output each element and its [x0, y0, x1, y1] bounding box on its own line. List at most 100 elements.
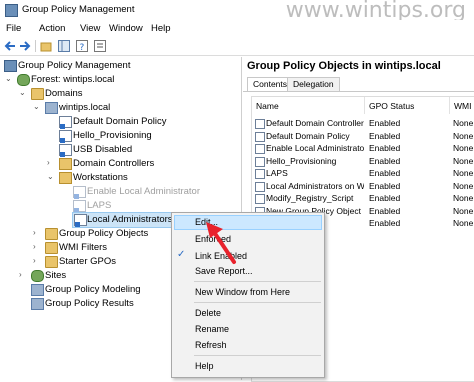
menu-item-new-window[interactable]: New Window from Here — [195, 287, 290, 297]
menu-separator — [194, 355, 321, 356]
checkmark-icon: ✓ — [177, 249, 186, 260]
menu-item-refresh[interactable]: Refresh — [195, 340, 227, 350]
results-icon — [31, 298, 44, 310]
expand-chevron-icon[interactable]: › — [47, 158, 50, 167]
gpo-link-icon — [59, 130, 72, 143]
cell-gpo-status: Enabled — [369, 193, 401, 203]
menu-help[interactable]: Help — [151, 23, 171, 34]
ou-icon — [59, 172, 72, 184]
cell-name: LAPS — [266, 168, 288, 178]
cell-wmi: None — [453, 180, 474, 191]
svg-text:?: ? — [80, 43, 85, 52]
expand-chevron-icon[interactable]: › — [19, 270, 22, 279]
cell-wmi: None — [453, 218, 474, 228]
cell-wmi: None — [453, 143, 474, 153]
shortcut-arrow-icon — [60, 152, 65, 157]
collapse-chevron-icon[interactable]: ⌄ — [33, 102, 40, 111]
menu-window[interactable]: Window — [109, 23, 143, 34]
cell-name: Default Domain Controller... — [266, 118, 364, 128]
cell-wmi: None — [453, 118, 474, 128]
expand-chevron-icon[interactable]: › — [33, 228, 36, 237]
forest-icon — [17, 74, 30, 86]
forward-arrow-icon[interactable] — [19, 40, 31, 52]
menu-action[interactable]: Action — [39, 23, 65, 34]
menu-file[interactable]: File — [6, 23, 21, 34]
tab-delegation[interactable]: Delegation — [287, 77, 340, 92]
shortcut-arrow-icon — [74, 194, 79, 199]
cell-gpo-status: Enabled — [369, 180, 401, 191]
cell-wmi: None — [453, 130, 474, 141]
toolbar-separator — [35, 40, 36, 52]
folder-icon — [45, 228, 58, 240]
context-menu: Edit... Enforced ✓ Link Enabled Save Rep… — [171, 212, 325, 378]
back-arrow-icon[interactable] — [4, 40, 16, 52]
gpo-link-icon — [59, 116, 72, 129]
cell-gpo-status: Enabled — [369, 118, 401, 128]
sites-icon — [31, 270, 44, 282]
collapse-chevron-icon[interactable]: ⌄ — [47, 172, 54, 181]
window-title: Group Policy Management — [22, 4, 135, 15]
table-row[interactable]: LAPS Enabled None — [252, 168, 474, 179]
table-row[interactable]: Default Domain Policy Enabled None — [252, 131, 474, 142]
table-row[interactable]: Hello_Provisioning Enabled None — [252, 156, 474, 167]
cell-wmi: None — [453, 155, 474, 166]
up-folder-icon[interactable] — [40, 40, 52, 52]
cell-name: Local Administrators on W... — [266, 180, 364, 191]
ou-icon — [59, 158, 72, 170]
cell-gpo-status: Enabled — [369, 168, 401, 178]
table-row[interactable]: Default Domain Controller... Enabled None — [252, 118, 474, 129]
domain-icon — [45, 102, 58, 114]
menu-item-help[interactable]: Help — [195, 361, 214, 371]
modeling-icon — [31, 284, 44, 296]
toolbar: ? — [0, 37, 474, 56]
gpo-icon — [255, 144, 265, 154]
gpo-icon — [255, 181, 265, 192]
help-icon[interactable]: ? — [76, 40, 88, 52]
menu-bar: File Action View Window Help — [0, 20, 474, 36]
gpo-icon — [255, 131, 265, 142]
menu-separator — [194, 281, 321, 282]
cell-gpo-status: Enabled — [369, 143, 401, 153]
collapse-chevron-icon[interactable]: ⌄ — [5, 74, 12, 83]
cell-gpo-status: Enabled — [369, 155, 401, 166]
annotation-arrow-icon — [206, 222, 236, 264]
cell-name: Hello_Provisioning — [266, 155, 337, 166]
shortcut-arrow-icon — [75, 222, 80, 227]
cell-name: Enable Local Administrator — [266, 143, 364, 153]
gpo-icon — [255, 194, 265, 204]
cell-wmi: None — [453, 193, 474, 203]
menu-view[interactable]: View — [80, 23, 100, 34]
cell-gpo-status: Enabled — [369, 205, 401, 216]
cell-gpo-status: Enabled — [369, 218, 401, 228]
table-row[interactable]: Modify_Registry_Script Enabled None — [252, 193, 474, 204]
folder-icon — [45, 256, 58, 268]
column-header-name[interactable]: Name — [252, 97, 365, 114]
gpmc-app-icon — [5, 4, 18, 17]
gpo-icon — [255, 156, 265, 167]
gpo-link-icon — [74, 214, 87, 227]
cell-name: Default Domain Policy — [266, 130, 350, 141]
expand-chevron-icon[interactable]: › — [33, 242, 36, 251]
gpo-link-icon — [59, 144, 72, 157]
collapse-chevron-icon[interactable]: ⌄ — [19, 88, 26, 97]
tab-divider — [243, 91, 474, 92]
expand-chevron-icon[interactable]: › — [33, 256, 36, 265]
menu-item-rename[interactable]: Rename — [195, 324, 229, 334]
show-hide-tree-icon[interactable] — [58, 40, 70, 52]
column-header-wmi[interactable]: WMI — [450, 97, 474, 114]
gpo-link-icon — [73, 186, 86, 199]
cell-wmi: None — [453, 168, 474, 178]
title-bar: Group Policy Management www.wintips.org — [0, 0, 474, 23]
menu-separator — [194, 302, 321, 303]
table-row[interactable]: Enable Local Administrator Enabled None — [252, 143, 474, 154]
shortcut-arrow-icon — [60, 124, 65, 129]
table-row[interactable]: Local Administrators on W... Enabled None — [252, 181, 474, 192]
properties-icon[interactable] — [94, 40, 106, 52]
shortcut-arrow-icon — [60, 138, 65, 143]
gpo-icon — [255, 119, 265, 129]
folder-icon — [31, 88, 44, 100]
gpo-icon — [255, 169, 265, 179]
menu-item-delete[interactable]: Delete — [195, 308, 221, 318]
column-header-gpo-status[interactable]: GPO Status — [365, 97, 450, 114]
details-title: Group Policy Objects in wintips.local — [247, 60, 441, 72]
